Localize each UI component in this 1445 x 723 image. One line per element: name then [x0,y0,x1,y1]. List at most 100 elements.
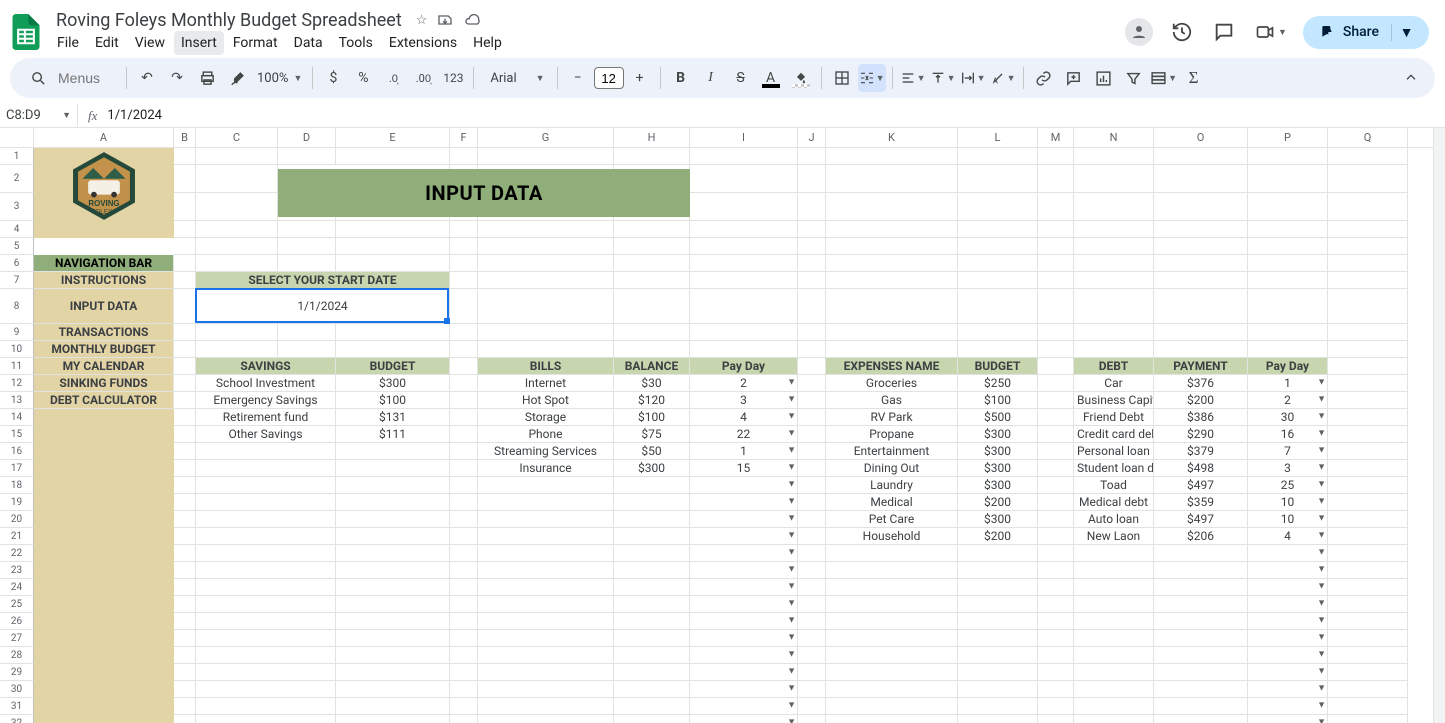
cell[interactable]: 10▼ [1248,494,1328,511]
cell[interactable] [798,477,826,494]
cell[interactable] [958,613,1038,630]
cell[interactable] [196,545,336,562]
cell[interactable] [614,630,690,647]
cell[interactable] [1328,324,1408,341]
row-header[interactable]: 11 [0,358,34,375]
cell[interactable] [478,511,614,528]
cell[interactable] [1248,221,1328,238]
cell[interactable] [1154,596,1248,613]
cell[interactable] [614,324,690,341]
cell[interactable] [196,193,278,221]
merge-cells-button[interactable]: ▼ [858,64,886,92]
cell[interactable] [1328,443,1408,460]
cell[interactable] [1038,289,1074,324]
cell[interactable] [826,681,958,698]
cell[interactable] [174,562,196,579]
redo-icon[interactable]: ↷ [163,64,191,92]
select-all-corner[interactable] [0,128,34,147]
col-header-Q[interactable]: Q [1328,128,1408,147]
cell[interactable]: ▼ [1248,715,1328,723]
cell[interactable] [34,238,174,255]
row-header[interactable]: 4 [0,221,34,238]
cell[interactable] [798,426,826,443]
cell[interactable] [798,358,826,375]
increase-decimal-button[interactable]: .00̩ [409,64,437,92]
cell[interactable] [450,630,478,647]
cell[interactable] [478,255,614,272]
cell[interactable]: ▼ [690,579,798,596]
cell[interactable] [174,238,196,255]
cell[interactable] [336,324,450,341]
cell[interactable] [1154,630,1248,647]
cell[interactable] [450,596,478,613]
bold-button[interactable]: B [667,64,695,92]
cell[interactable] [1038,715,1074,723]
cell[interactable]: $111 [336,426,450,443]
cell[interactable] [174,255,196,272]
cell[interactable] [34,511,174,528]
cell[interactable]: Household [826,528,958,545]
row-header[interactable]: 21 [0,528,34,545]
cell[interactable] [826,341,958,358]
cell[interactable] [1248,324,1328,341]
cell[interactable] [826,193,958,221]
cell[interactable] [34,715,174,723]
cell[interactable] [958,324,1038,341]
cell[interactable] [34,221,174,238]
cell[interactable] [278,255,336,272]
cell[interactable] [798,596,826,613]
cell[interactable] [174,647,196,664]
cell[interactable] [336,221,450,238]
cell[interactable]: DEBT CALCULATOR [34,392,174,409]
cell[interactable] [1154,272,1248,289]
cell[interactable]: $200 [958,528,1038,545]
cell[interactable] [34,545,174,562]
cell[interactable] [690,255,798,272]
number-format-button[interactable]: 123 [439,64,467,92]
cell[interactable] [1154,221,1248,238]
cell[interactable] [34,698,174,715]
cell[interactable] [1038,460,1074,477]
cell[interactable] [958,545,1038,562]
formula-input[interactable]: 1/1/2024 [107,108,1445,123]
print-icon[interactable] [193,64,221,92]
cell[interactable]: INSTRUCTIONS [34,272,174,289]
cell[interactable] [450,148,478,165]
cell[interactable] [958,715,1038,723]
cell-dropdown-icon[interactable]: ▼ [1317,392,1326,409]
cell[interactable] [826,289,958,324]
cell[interactable] [174,715,196,723]
decrease-font-icon[interactable]: − [564,64,592,92]
cell[interactable] [478,477,614,494]
cell[interactable] [826,148,958,165]
cell-dropdown-icon[interactable]: ▼ [1317,511,1326,528]
cell[interactable] [450,324,478,341]
cell[interactable] [174,289,196,324]
percent-button[interactable]: % [349,64,377,92]
cell[interactable] [450,443,478,460]
row-header[interactable]: 32 [0,715,34,723]
cell[interactable] [798,324,826,341]
cell[interactable] [478,289,614,324]
cell[interactable] [174,460,196,477]
cell[interactable] [1074,289,1154,324]
cell[interactable] [450,511,478,528]
cell[interactable] [614,715,690,723]
currency-button[interactable]: $ [319,64,347,92]
cell[interactable] [196,494,336,511]
row-header[interactable]: 9 [0,324,34,341]
cell[interactable]: $30 [614,375,690,392]
cell[interactable] [1038,392,1074,409]
cell[interactable] [478,238,614,255]
cell-dropdown-icon[interactable]: ▼ [787,647,796,664]
cell[interactable]: ▼ [1248,579,1328,596]
cell[interactable] [614,221,690,238]
cell[interactable]: 22▼ [690,426,798,443]
cell[interactable]: ▼ [690,630,798,647]
cell[interactable]: $100 [958,392,1038,409]
cell[interactable] [614,528,690,545]
cell[interactable]: SAVINGS [196,358,336,375]
cell-dropdown-icon[interactable]: ▼ [787,545,796,562]
row-header[interactable]: 1 [0,148,34,165]
cell[interactable]: New Laon [1074,528,1154,545]
